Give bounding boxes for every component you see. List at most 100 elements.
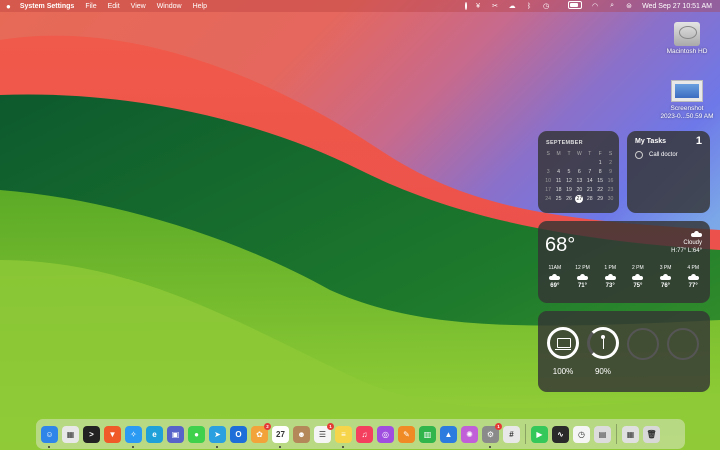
calendar-day [553, 158, 563, 167]
facetime-icon[interactable]: ▶ [531, 425, 548, 443]
calendar-day[interactable]: 10 [543, 176, 553, 185]
calendar-day[interactable]: 2 [605, 158, 615, 167]
task-item[interactable]: Call doctor [635, 151, 678, 159]
desktop-icon-macintosh-hd[interactable]: Macintosh HD [652, 22, 720, 56]
calendar-week: 24 25 26 27 28 29 30 [543, 194, 616, 203]
menu-file[interactable]: File [85, 3, 96, 10]
calendar-day[interactable]: 6 [574, 167, 584, 176]
calendar-day[interactable]: 12 [564, 176, 574, 185]
apple-menu-icon[interactable]: ● [6, 2, 11, 11]
calendar-day[interactable]: 20 [574, 185, 584, 194]
launchpad-icon[interactable]: ▦ [62, 425, 79, 443]
flower-app-icon[interactable]: ✺ [461, 425, 478, 443]
task-checkbox[interactable] [635, 151, 643, 159]
menu-view[interactable]: View [131, 3, 146, 10]
preview-icon[interactable]: ▣ [167, 425, 184, 443]
downloads-stack-icon[interactable]: ▦ [622, 425, 639, 443]
calendar-day[interactable]: 9 [605, 167, 615, 176]
batteries-widget[interactable]: 100% 90% [538, 311, 710, 392]
calendar-day[interactable]: 5 [564, 167, 574, 176]
tasks-count: 1 [695, 135, 702, 147]
calendar-day[interactable]: 15 [595, 176, 605, 185]
screenshot-thumbnail-icon [671, 80, 703, 102]
clock-icon[interactable]: ◷ [573, 425, 590, 443]
calendar-day[interactable]: 14 [585, 176, 595, 185]
calendar-weekday: T [588, 150, 592, 157]
cloud-icon[interactable]: ☁ [508, 2, 516, 10]
running-indicator [48, 445, 50, 448]
messages-icon[interactable]: ● [188, 425, 205, 443]
keynote-icon[interactable]: ▲ [440, 425, 457, 443]
trash-icon[interactable]: 🗑 [643, 425, 660, 443]
fork-knife-icon[interactable]: ¥ [474, 2, 482, 10]
status-icon-b[interactable] [457, 2, 467, 10]
slack-icon[interactable]: # [503, 425, 520, 443]
system-settings-icon[interactable]: ⚙ 1 [482, 422, 502, 448]
finder-icon[interactable]: ☺ [41, 425, 58, 448]
calendar-day[interactable]: 11 [553, 176, 563, 185]
calendar-day[interactable]: 8 [595, 167, 605, 176]
reminders-icon[interactable]: ☰ 1 [314, 422, 334, 443]
wifi-icon[interactable]: ◠ [591, 2, 599, 10]
search-icon[interactable]: ⌕ [608, 2, 616, 10]
calendar-day[interactable]: 21 [585, 185, 595, 194]
control-center-icon[interactable]: ⊜ [625, 2, 633, 10]
calendar-day[interactable]: 17 [543, 185, 553, 194]
calendar-day[interactable]: 29 [595, 194, 605, 203]
photos-icon[interactable]: ✿ 2 [251, 422, 271, 443]
calendar-widget[interactable]: SEPTEMBER SMTWTFS 1 2 3 4 5 6 7 8 9 10 11 12 13 14 15 1… [538, 131, 619, 213]
menu-help[interactable]: Help [193, 3, 207, 10]
status-icon-a[interactable] [440, 2, 448, 10]
hourly-forecast-item: 3 PM 76° [652, 265, 680, 289]
calendar-day[interactable]: 19 [564, 185, 574, 194]
podcasts-icon[interactable]: ◎ [377, 425, 394, 443]
notes-icon[interactable]: ≡ [335, 425, 352, 448]
running-indicator [216, 445, 218, 448]
edge-icon[interactable]: e [146, 425, 163, 443]
calendar-day[interactable]: 23 [605, 185, 615, 194]
calendar-day[interactable]: 1 [595, 158, 605, 167]
bluetooth-icon[interactable]: ᛒ [525, 2, 533, 10]
tasks-widget[interactable]: My Tasks 1 Call doctor [627, 131, 710, 213]
menubar-clock[interactable]: Wed Sep 27 10:51 AM [642, 3, 712, 10]
telegram-icon[interactable]: ➤ [209, 425, 226, 448]
calendar-day[interactable]: 28 [585, 194, 595, 203]
task-label: Call doctor [649, 152, 678, 158]
desktop-icon-screenshot[interactable]: Screenshot 2023-0...50.59 AM [652, 80, 720, 121]
calendar-week: 10 11 12 13 14 15 16 [543, 176, 616, 185]
calendar-day[interactable]: 26 [564, 194, 574, 203]
outlook-icon[interactable]: O [230, 425, 247, 443]
history-icon[interactable]: ◷ [542, 2, 550, 10]
brave-icon[interactable]: ▼ [104, 425, 121, 443]
calendar-day[interactable]: 18 [553, 185, 563, 194]
forecast-time: 1 PM [604, 265, 617, 271]
menu-edit[interactable]: Edit [108, 3, 120, 10]
stickies-icon[interactable]: ▤ [594, 425, 611, 443]
battery-percent-pencil: 90% [594, 367, 611, 376]
hourly-forecast-item: 11AM 69° [541, 265, 569, 289]
weather-widget[interactable]: 68° Cloudy H:77° L:64° 11AM 69° 12 PM 71° 1 … [538, 221, 710, 303]
calendar-day[interactable]: 13 [574, 176, 584, 185]
menu-window[interactable]: Window [157, 3, 182, 10]
calendar-day[interactable]: 25 [553, 194, 563, 203]
app-menu-name[interactable]: System Settings [20, 3, 74, 10]
terminal-icon[interactable]: > [83, 425, 100, 443]
cloud-icon [691, 231, 702, 237]
calendar-day[interactable]: 16 [605, 176, 615, 185]
music-icon[interactable]: ♫ [356, 425, 373, 443]
calendar-day[interactable]: 22 [595, 185, 605, 194]
battery-icon[interactable] [559, 1, 583, 11]
pages-icon[interactable]: ✎ [398, 425, 415, 443]
calendar-day[interactable]: 7 [585, 167, 595, 176]
safari-icon[interactable]: ✧ [125, 425, 142, 448]
calendar-day[interactable]: 4 [553, 167, 563, 176]
calendar-day[interactable]: 24 [543, 194, 553, 203]
numbers-icon[interactable]: ▥ [419, 425, 436, 443]
calendar-day[interactable]: 27 [574, 194, 584, 203]
contacts-icon[interactable]: ☻ [293, 425, 310, 443]
calendar-day[interactable]: 3 [543, 167, 553, 176]
activity-monitor-icon[interactable]: ∿ [552, 425, 569, 443]
calendar-icon[interactable]: 27 [272, 425, 289, 448]
calendar-day[interactable]: 30 [605, 194, 615, 203]
tools-icon[interactable]: ✂ [491, 2, 499, 10]
